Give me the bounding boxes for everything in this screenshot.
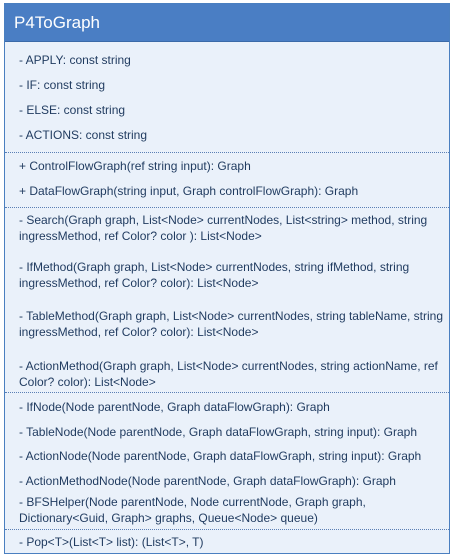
private-methods-a-section: - Search(Graph graph, List<Node> current… <box>5 208 449 392</box>
method-action-method-node: - ActionMethodNode(Node parentNode, Grap… <box>19 474 396 488</box>
method-action-method: - ActionMethod(Graph graph, List<Node> c… <box>19 359 438 389</box>
class-name-header: P4ToGraph <box>5 4 449 42</box>
field-if: - IF: const string <box>19 78 106 92</box>
method-table-method: - TableMethod(Graph graph, List<Node> cu… <box>19 309 444 339</box>
method-pop: - Pop<T>(List<T> list): (List<T>, T) <box>19 535 204 549</box>
private-methods-b-section: - IfNode(Node parentNode, Graph dataFlow… <box>5 393 449 529</box>
fields-section: - APPLY: const string - IF: const string… <box>5 42 449 152</box>
method-bfs-helper: - BFSHelper(Node parentNode, Node curren… <box>19 495 366 525</box>
method-if-method: - IfMethod(Graph graph, List<Node> curre… <box>19 260 410 290</box>
method-action-node: - ActionNode(Node parentNode, Graph data… <box>19 449 422 463</box>
method-if-node: - IfNode(Node parentNode, Graph dataFlow… <box>19 400 330 414</box>
field-apply: - APPLY: const string <box>19 53 131 67</box>
uml-class-box: P4ToGraph - APPLY: const string - IF: co… <box>4 3 450 554</box>
method-control-flow-graph: + ControlFlowGraph(ref string input): Gr… <box>19 159 251 173</box>
method-table-node: - TableNode(Node parentNode, Graph dataF… <box>19 425 417 439</box>
generic-methods-section: - Pop<T>(List<T> list): (List<T>, T) <box>5 530 449 554</box>
public-methods-section: + ControlFlowGraph(ref string input): Gr… <box>5 153 449 207</box>
field-actions: - ACTIONS: const string <box>19 128 148 142</box>
method-search: - Search(Graph graph, List<Node> current… <box>19 213 428 243</box>
field-else: - ELSE: const string <box>19 103 126 117</box>
method-data-flow-graph: + DataFlowGraph(string input, Graph cont… <box>19 184 359 198</box>
